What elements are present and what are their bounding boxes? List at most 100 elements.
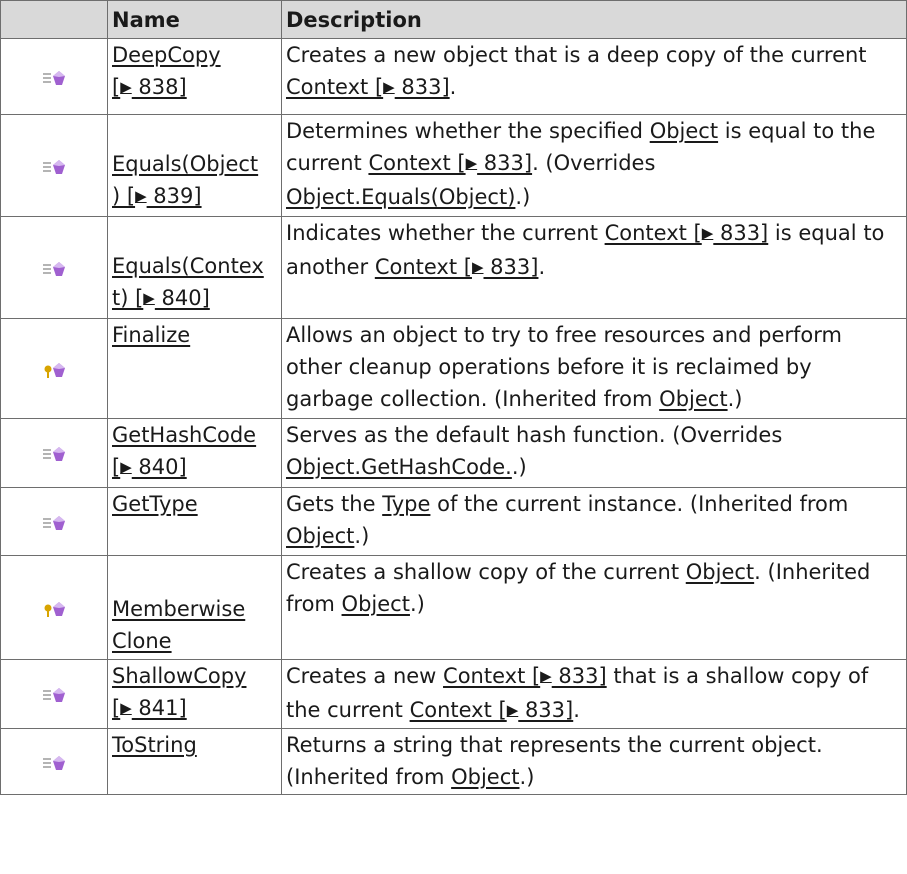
reference-link[interactable]: Context [ xyxy=(605,221,702,245)
reference-link[interactable]: Object xyxy=(659,387,727,411)
reference-link[interactable]: Context [ xyxy=(410,698,507,722)
reference-link[interactable]: 833] xyxy=(552,664,606,688)
page-ref-arrow-icon[interactable]: ▶ xyxy=(120,699,132,717)
reference-link[interactable]: Object xyxy=(286,524,354,548)
reference-link[interactable]: 833] xyxy=(477,151,532,175)
methods-table: Name Description DeepCopy [▶ 838] Creates … xyxy=(0,0,907,795)
public-method-icon xyxy=(42,682,66,706)
method-description: Indicates whether the current Context [▶… xyxy=(281,216,907,319)
method-description: Creates a new object that is a deep copy… xyxy=(281,38,907,115)
reference-link[interactable]: Type xyxy=(382,492,430,516)
description-text: of the current instance. (Inherited from xyxy=(430,492,849,516)
description-text: Determines whether the specified xyxy=(286,119,650,143)
description-text: .) xyxy=(409,592,425,616)
method-description: Creates a shallow copy of the current Ob… xyxy=(281,555,907,660)
reference-link[interactable]: Context [ xyxy=(375,255,472,279)
method-name: Finalize xyxy=(107,318,282,419)
table-row: ToString Returns a string that represents… xyxy=(0,728,907,795)
description-text: Serves as the default hash function. (Ov… xyxy=(286,423,783,447)
description-text: .) xyxy=(727,387,743,411)
reference-link[interactable]: 839] xyxy=(147,184,201,208)
reference-link[interactable]: Memberwise xyxy=(112,597,245,621)
reference-link[interactable]: 833] xyxy=(713,221,768,245)
reference-link[interactable]: 833] xyxy=(518,698,573,722)
reference-link[interactable]: 840] xyxy=(132,455,186,479)
table-row: Memberwise Clone Creates a shallow copy of… xyxy=(0,555,907,660)
method-description: Serves as the default hash function. (Ov… xyxy=(281,418,907,488)
icon-cell xyxy=(0,659,108,729)
method-name: ShallowCopy [▶ 841] xyxy=(107,659,282,729)
reference-link[interactable]: Object.Equals(Object) xyxy=(286,185,515,209)
description-text: .) xyxy=(354,524,370,548)
reference-link[interactable]: Context [ xyxy=(286,75,383,99)
reference-link[interactable]: Object xyxy=(650,119,718,143)
table-row: DeepCopy [▶ 838] Creates a new object that… xyxy=(0,38,907,115)
header-description: Description xyxy=(281,0,907,39)
reference-link[interactable]: Clone xyxy=(112,629,172,653)
icon-cell xyxy=(0,487,108,556)
header-row: Name Description xyxy=(0,0,907,39)
page-ref-arrow-icon[interactable]: ▶ xyxy=(383,78,395,96)
method-description: Creates a new Context [▶ 833] that is a … xyxy=(281,659,907,729)
reference-link[interactable]: Object xyxy=(451,765,519,789)
table-row: GetType Gets the Type of the current inst… xyxy=(0,487,907,556)
page-ref-arrow-icon[interactable]: ▶ xyxy=(702,224,714,242)
reference-link[interactable]: ShallowCopy xyxy=(112,664,246,688)
reference-link[interactable]: 840] xyxy=(155,286,210,310)
page-ref-arrow-icon[interactable]: ▶ xyxy=(466,154,478,172)
icon-cell xyxy=(0,555,108,660)
description-text: Indicates whether the current xyxy=(286,221,605,245)
page-ref-arrow-icon[interactable]: ▶ xyxy=(472,258,484,276)
public-method-icon xyxy=(42,510,66,534)
method-description: Allows an object to try to free resource… xyxy=(281,318,907,419)
protected-method-icon xyxy=(42,596,66,620)
reference-link[interactable]: ) [ xyxy=(112,184,135,208)
reference-link[interactable]: [ xyxy=(112,75,120,99)
reference-link[interactable]: [ xyxy=(112,696,120,720)
method-name: GetType xyxy=(107,487,282,556)
public-method-icon xyxy=(42,441,66,465)
reference-link[interactable]: 841] xyxy=(132,696,186,720)
methods-body: DeepCopy [▶ 838] Creates a new object that… xyxy=(0,38,907,795)
reference-link[interactable]: Finalize xyxy=(112,323,190,347)
description-text: .) xyxy=(515,185,531,209)
reference-link[interactable]: Equals(Object xyxy=(112,152,258,176)
reference-link[interactable]: DeepCopy xyxy=(112,43,221,67)
public-method-icon xyxy=(42,256,66,280)
icon-cell xyxy=(0,418,108,488)
reference-link[interactable]: 833] xyxy=(484,255,538,279)
reference-link[interactable]: [ xyxy=(112,455,120,479)
reference-link[interactable]: 833] xyxy=(395,75,449,99)
reference-link[interactable]: Context [ xyxy=(443,664,540,688)
table-row: ShallowCopy [▶ 841] Creates a new Context … xyxy=(0,659,907,729)
reference-link[interactable]: Context [ xyxy=(368,151,465,175)
reference-link[interactable]: GetType xyxy=(112,492,198,516)
reference-link[interactable]: 838] xyxy=(132,75,186,99)
page-ref-arrow-icon[interactable]: ▶ xyxy=(135,187,147,205)
page-ref-arrow-icon[interactable]: ▶ xyxy=(120,458,132,476)
icon-cell xyxy=(0,216,108,319)
reference-link[interactable]: Object xyxy=(342,592,410,616)
table-row: Equals(Object) [▶ 839] Determines whether… xyxy=(0,114,907,217)
reference-link[interactable]: Object.GetHashCode. xyxy=(286,455,512,479)
reference-link[interactable]: GetHashCode xyxy=(112,423,256,447)
page-ref-arrow-icon[interactable]: ▶ xyxy=(507,701,519,719)
method-description: Gets the Type of the current instance. (… xyxy=(281,487,907,556)
header-name: Name xyxy=(107,0,282,39)
description-text: . xyxy=(449,75,457,99)
reference-link[interactable]: ToString xyxy=(112,733,197,757)
description-text: .) xyxy=(511,455,527,479)
public-method-icon xyxy=(42,750,66,774)
header-icon-column xyxy=(0,0,108,39)
page-ref-arrow-icon[interactable]: ▶ xyxy=(120,78,132,96)
icon-cell xyxy=(0,318,108,419)
reference-link[interactable]: Equals(Contex xyxy=(112,254,264,278)
description-text: Returns a string that represents the cur… xyxy=(286,733,823,789)
reference-link[interactable]: Object xyxy=(686,560,754,584)
page-ref-arrow-icon[interactable]: ▶ xyxy=(540,667,552,685)
protected-method-icon xyxy=(42,357,66,381)
page-ref-arrow-icon[interactable]: ▶ xyxy=(143,289,155,307)
icon-cell xyxy=(0,38,108,115)
reference-link[interactable]: t) [ xyxy=(112,286,143,310)
method-description: Determines whether the specified Object … xyxy=(281,114,907,217)
